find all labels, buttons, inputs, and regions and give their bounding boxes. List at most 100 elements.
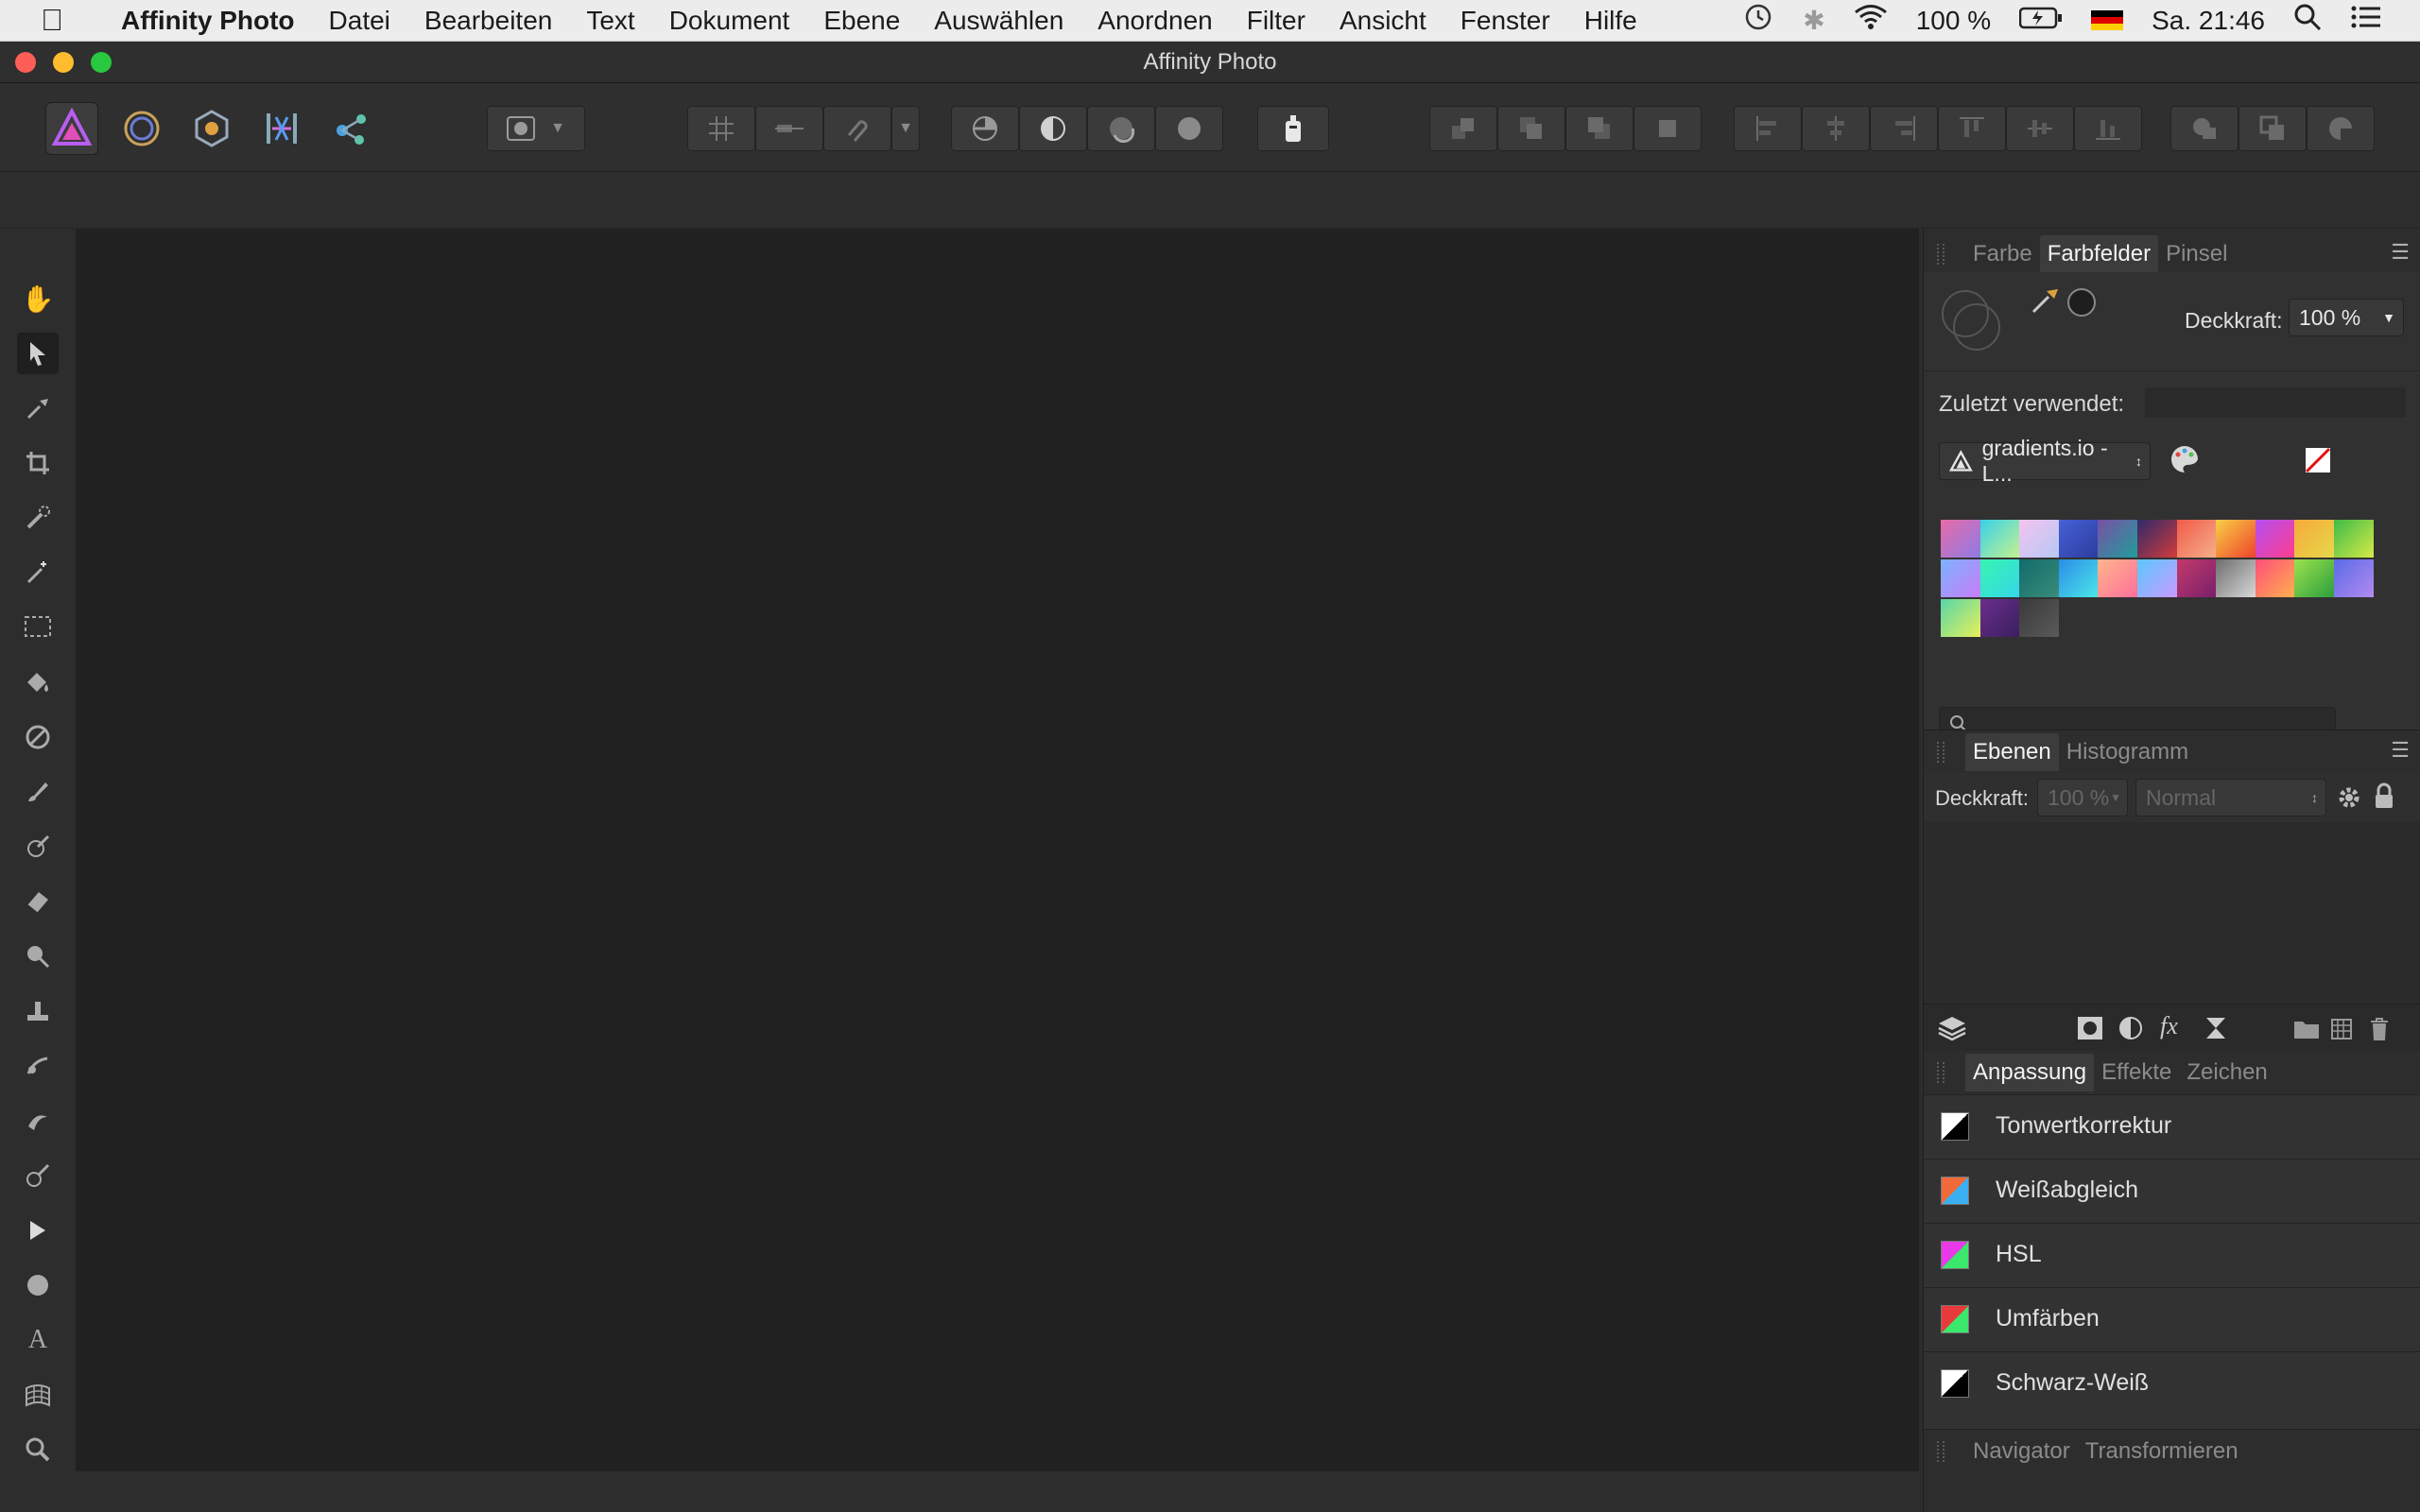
paint-brush-tool-icon[interactable] — [17, 771, 59, 813]
new-pixel-layer-icon[interactable] — [2328, 1016, 2355, 1042]
arrange-back-button[interactable] — [1429, 106, 1497, 151]
gradient-swatch[interactable] — [2176, 559, 2217, 597]
tab-pinsel[interactable]: Pinsel — [2158, 235, 2235, 273]
ellipse-tool-icon[interactable] — [17, 1264, 59, 1306]
gradient-swatch[interactable] — [1941, 520, 1980, 558]
gradient-swatch[interactable] — [1941, 559, 1980, 597]
color-picker-tool-icon[interactable] — [17, 387, 59, 429]
red-eye-tool-icon[interactable] — [17, 1155, 59, 1196]
dodge-brush-tool-icon[interactable] — [17, 936, 59, 977]
menu-anordnen[interactable]: Anordnen — [1080, 6, 1229, 36]
document-canvas[interactable] — [76, 229, 1919, 1471]
tab-effekte[interactable]: Effekte — [2094, 1054, 2179, 1091]
boolean-subtract-button[interactable] — [2238, 106, 2307, 151]
align-middle-button[interactable] — [2006, 106, 2074, 151]
gradient-swatch[interactable] — [2255, 559, 2295, 597]
tab-histogramm[interactable]: Histogramm — [2059, 733, 2196, 771]
panel-menu-icon[interactable]: ☰ — [2391, 240, 2410, 265]
text-tool-icon[interactable]: A — [17, 1319, 59, 1361]
bluetooth-icon[interactable]: ✱ — [1803, 5, 1824, 36]
clone-brush-tool-icon[interactable] — [17, 990, 59, 1032]
gear-icon[interactable] — [2336, 784, 2362, 811]
gradient-swatch[interactable] — [2294, 520, 2335, 558]
gradient-swatch[interactable] — [2058, 520, 2099, 558]
gradient-swatch[interactable] — [2137, 559, 2177, 597]
fill-stroke-well-icon[interactable] — [1937, 285, 2009, 357]
gradient-swatch[interactable] — [2019, 599, 2060, 637]
tab-zeichen[interactable]: Zeichen — [2179, 1054, 2274, 1091]
sphere-button[interactable] — [1155, 106, 1223, 151]
crop-tool-icon[interactable] — [17, 442, 59, 484]
align-left-button[interactable] — [1734, 106, 1802, 151]
wifi-icon[interactable] — [1854, 4, 1888, 37]
gradient-swatch[interactable] — [2334, 559, 2374, 597]
apple-menu-icon[interactable]:  — [0, 3, 104, 38]
menu-datei[interactable]: Datei — [312, 6, 407, 36]
battery-icon[interactable] — [2018, 6, 2063, 36]
align-top-button[interactable] — [1938, 106, 2006, 151]
opacity-field[interactable]: 100 % ▼ — [2289, 299, 2404, 336]
mask-layer-icon[interactable] — [2077, 1016, 2103, 1040]
move-tool-icon[interactable] — [17, 333, 59, 374]
blend-mode-select[interactable]: Normal ↕ — [2135, 779, 2326, 816]
assistant-button[interactable] — [1257, 106, 1329, 151]
gradient-swatch[interactable] — [2294, 559, 2335, 597]
menu-ebene[interactable]: Ebene — [806, 6, 917, 36]
layers-list[interactable] — [1924, 822, 2420, 1024]
export-persona-button[interactable] — [325, 102, 378, 155]
arrange-forward-button[interactable] — [1565, 106, 1634, 151]
gradient-swatch[interactable] — [1979, 520, 2020, 558]
adjustment-item[interactable]: Tonwertkorrektur — [1924, 1094, 2420, 1157]
menu-hilfe[interactable]: Hilfe — [1567, 6, 1654, 36]
panel-grip-icon[interactable] — [1937, 1062, 1945, 1083]
panel-grip-icon[interactable] — [1937, 1441, 1945, 1462]
gradient-swatch[interactable] — [2216, 559, 2256, 597]
align-right-button[interactable] — [1870, 106, 1938, 151]
adjustment-item[interactable]: Umfärben — [1924, 1287, 2420, 1349]
palette-selector[interactable]: gradients.io - L... ↕ — [1939, 436, 2151, 486]
menu-auswaehlen[interactable]: Auswählen — [917, 6, 1080, 36]
panel-menu-icon[interactable]: ☰ — [2391, 738, 2410, 763]
healing-brush-tool-icon[interactable] — [17, 1045, 59, 1087]
gradient-swatch[interactable] — [2058, 559, 2099, 597]
rectangular-marquee-tool-icon[interactable] — [17, 607, 59, 648]
zoom-tool-icon[interactable] — [17, 1429, 59, 1470]
tab-transformieren[interactable]: Transformieren — [2078, 1433, 2246, 1470]
time-machine-icon[interactable] — [1742, 1, 1774, 40]
menu-fenster[interactable]: Fenster — [1443, 6, 1567, 36]
view-hand-tool-icon[interactable]: ✋ — [17, 278, 59, 319]
mesh-warp-tool-icon[interactable] — [17, 1374, 59, 1416]
align-bottom-button[interactable] — [2074, 106, 2142, 151]
gradient-swatch[interactable] — [2216, 520, 2256, 558]
menu-bearbeiten[interactable]: Bearbeiten — [407, 6, 569, 36]
notification-center-icon[interactable] — [2350, 4, 2382, 37]
tab-anpassung[interactable]: Anpassung — [1965, 1054, 2095, 1091]
shadow-button[interactable] — [1087, 106, 1155, 151]
snapping-magnet-button[interactable] — [823, 106, 891, 151]
fx-icon[interactable]: fx — [2160, 1012, 2178, 1040]
gradient-swatch[interactable] — [2137, 520, 2177, 558]
photo-persona-button[interactable] — [45, 102, 98, 155]
flood-select-tool-icon[interactable] — [17, 552, 59, 593]
pen-tool-icon[interactable] — [17, 1210, 59, 1251]
gradient-swatch[interactable] — [2098, 559, 2138, 597]
eyedropper-icon[interactable] — [2030, 284, 2062, 316]
selection-brush-tool-icon[interactable] — [17, 497, 59, 539]
gradient-swatch[interactable] — [1979, 559, 2020, 597]
tab-farbfelder[interactable]: Farbfelder — [2039, 235, 2159, 273]
boolean-add-button[interactable] — [2170, 106, 2238, 151]
arrange-front-button[interactable] — [1634, 106, 1702, 151]
align-center-button[interactable] — [1802, 106, 1870, 151]
snapping-grid-button[interactable] — [687, 106, 755, 151]
lock-icon[interactable] — [2372, 782, 2396, 811]
color-replacement-tool-icon[interactable] — [17, 826, 59, 868]
recent-colors-strip[interactable] — [2145, 387, 2406, 418]
boolean-intersect-button[interactable] — [2307, 106, 2375, 151]
snapping-options-chevron-icon[interactable]: ▼ — [891, 106, 920, 151]
menu-dokument[interactable]: Dokument — [652, 6, 807, 36]
current-color-swatch[interactable] — [2067, 288, 2096, 317]
gradient-swatch[interactable] — [2176, 520, 2217, 558]
gradient-tool-icon[interactable] — [17, 716, 59, 758]
tone-mapping-persona-button[interactable] — [255, 102, 308, 155]
gradient-swatch[interactable] — [2019, 559, 2060, 597]
